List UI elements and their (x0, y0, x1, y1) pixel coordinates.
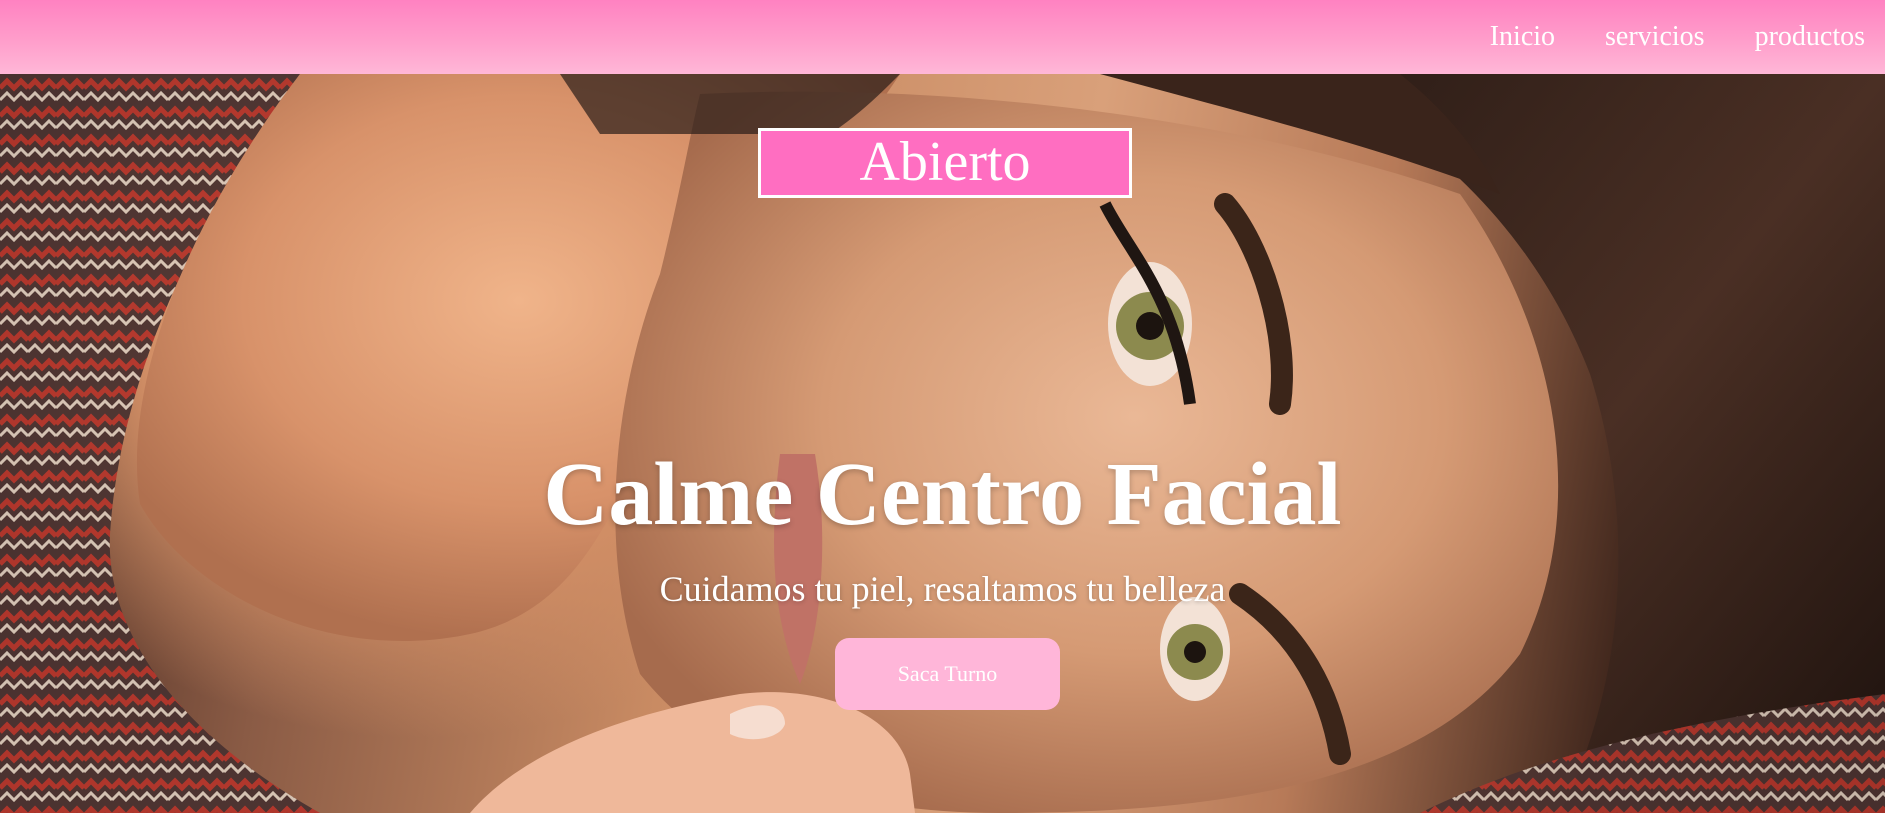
page: Inicio servicios productos Abierto Calme… (0, 0, 1885, 813)
nav-item-inicio[interactable]: Inicio (1490, 23, 1555, 51)
book-appointment-button[interactable]: Saca Turno (835, 638, 1060, 710)
nav-menu: Inicio servicios productos (1490, 0, 1865, 74)
hero-section: Abierto Calme Centro Facial Cuidamos tu … (0, 74, 1885, 813)
hero-title: Calme Centro Facial (543, 445, 1342, 544)
top-navbar: Inicio servicios productos (0, 0, 1885, 74)
nav-item-productos[interactable]: productos (1755, 23, 1865, 51)
status-badge: Abierto (758, 128, 1132, 198)
hero-subtitle: Cuidamos tu piel, resaltamos tu belleza (659, 569, 1226, 609)
nav-item-servicios[interactable]: servicios (1605, 23, 1705, 51)
hero-content: Abierto Calme Centro Facial Cuidamos tu … (0, 74, 1885, 813)
